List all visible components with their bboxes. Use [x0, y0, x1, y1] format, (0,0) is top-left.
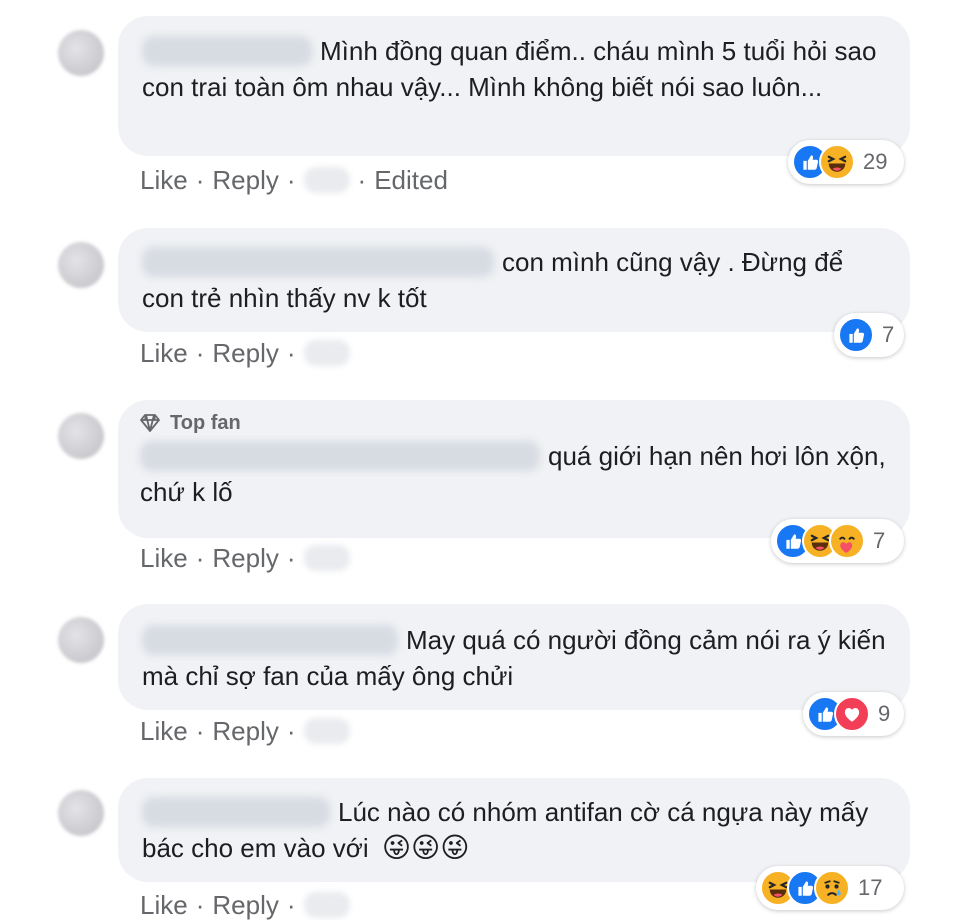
separator: · [286, 338, 296, 368]
like-button[interactable]: Like [140, 165, 188, 195]
timestamp[interactable] [303, 167, 350, 193]
separator: · [286, 165, 296, 195]
comment-bubble: May quá có người đồng cảm nói ra ý kiến … [118, 604, 910, 710]
reaction-summary[interactable]: 7 [834, 313, 904, 357]
reaction-count: 7 [882, 322, 895, 347]
avatar[interactable] [58, 790, 104, 836]
timestamp[interactable] [303, 340, 350, 366]
top-fan-badge[interactable]: Top fan [138, 410, 886, 436]
avatar[interactable] [58, 617, 104, 663]
separator: · [195, 543, 205, 573]
commenter-name[interactable] [142, 625, 398, 655]
diamond-icon [140, 414, 160, 432]
reaction-summary[interactable]: 17 [756, 866, 904, 910]
separator: · [195, 716, 205, 746]
commenter-name[interactable] [142, 36, 312, 66]
timestamp[interactable] [303, 545, 350, 571]
commenter-name[interactable] [140, 441, 540, 471]
avatar[interactable] [58, 242, 104, 288]
comment-bubble: Top fan quá giới hạn nên hơi lôn xộn, ch… [118, 400, 910, 538]
separator: · [195, 338, 205, 368]
comment-actions: Like · Reply · [140, 543, 350, 573]
separator: · [286, 716, 296, 746]
reply-button[interactable]: Reply [212, 165, 278, 195]
comment-actions: Like · Reply · [140, 716, 350, 746]
edited-label[interactable]: Edited [374, 165, 448, 195]
timestamp[interactable] [303, 892, 350, 918]
like-button[interactable]: Like [140, 890, 188, 920]
like-button[interactable]: Like [140, 543, 188, 573]
reply-button[interactable]: Reply [212, 543, 278, 573]
reaction-count: 17 [858, 875, 883, 900]
reply-button[interactable]: Reply [212, 338, 278, 368]
avatar[interactable] [58, 30, 104, 76]
sad-icon [814, 870, 850, 906]
reaction-summary[interactable]: 9 [803, 692, 904, 736]
separator: · [195, 890, 205, 920]
comment-actions: Like · Reply · [140, 890, 350, 920]
separator: · [357, 165, 367, 195]
separator: · [286, 543, 296, 573]
emoji-text: 😜😜😜 [381, 832, 470, 863]
commenter-name[interactable] [142, 247, 494, 277]
separator: · [195, 165, 205, 195]
separator: · [286, 890, 296, 920]
timestamp[interactable] [303, 718, 350, 744]
reaction-summary[interactable]: 7 [771, 519, 904, 563]
like-icon [838, 317, 874, 353]
comment-actions: Like · Reply · · Edited [140, 165, 448, 195]
care-icon [829, 523, 865, 559]
like-button[interactable]: Like [140, 338, 188, 368]
avatar[interactable] [58, 413, 104, 459]
commenter-name[interactable] [142, 797, 330, 827]
reaction-count: 9 [878, 701, 891, 726]
reply-button[interactable]: Reply [212, 890, 278, 920]
comment-actions: Like · Reply · [140, 338, 350, 368]
reply-button[interactable]: Reply [212, 716, 278, 746]
like-button[interactable]: Like [140, 716, 188, 746]
reaction-count: 7 [873, 528, 886, 553]
top-fan-label: Top fan [170, 412, 241, 434]
reaction-count: 29 [863, 149, 888, 174]
love-icon [834, 696, 870, 732]
comment-bubble: con mình cũng vậy . Đừng để con trẻ nhìn… [118, 228, 910, 332]
haha-icon [819, 144, 855, 180]
comment-bubble: Mình đồng quan điểm.. cháu mình 5 tuổi h… [118, 16, 910, 156]
reaction-summary[interactable]: 29 [788, 140, 904, 184]
